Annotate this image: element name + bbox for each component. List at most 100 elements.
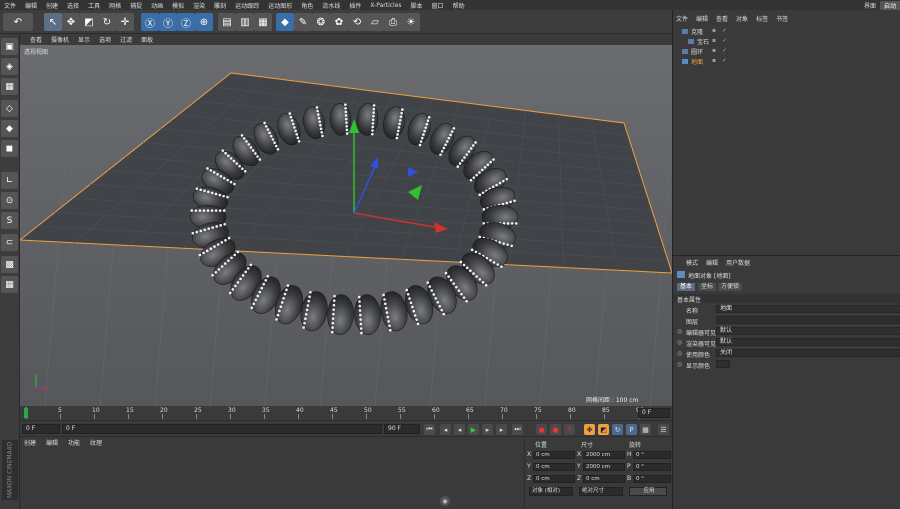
- position-field[interactable]: 0 cm: [533, 475, 575, 483]
- menu-item[interactable]: 渲染: [193, 1, 205, 10]
- menu-item[interactable]: 雕刻: [214, 1, 226, 10]
- rotation-field[interactable]: 0 °: [633, 475, 671, 483]
- next-key-icon[interactable]: ▸: [496, 424, 507, 435]
- menu-item[interactable]: 插件: [349, 1, 361, 10]
- previous-key-icon[interactable]: ◂: [440, 424, 451, 435]
- move-icon[interactable]: ✥: [62, 13, 80, 31]
- material-menu-item[interactable]: 编辑: [46, 438, 58, 447]
- size-field[interactable]: 2000 cm: [583, 463, 625, 471]
- object-list-item[interactable]: 宝石: [688, 37, 709, 46]
- enabled-check-icon[interactable]: ✓: [722, 37, 727, 44]
- object-list-item[interactable]: 地面: [682, 57, 703, 66]
- object-menu-item[interactable]: 文件: [676, 14, 688, 23]
- viewport-menu-item[interactable]: 显示: [78, 35, 90, 44]
- size-mode-select[interactable]: 绝对尺寸: [579, 487, 623, 496]
- material-menu-item[interactable]: 纹理: [90, 438, 102, 447]
- rotate-icon[interactable]: ↻: [98, 13, 116, 31]
- menu-item[interactable]: 脚本: [411, 1, 423, 10]
- current-frame-field[interactable]: 0 F: [22, 424, 60, 434]
- menu-item[interactable]: 帮助: [453, 1, 465, 10]
- render-view-icon[interactable]: ▤: [218, 13, 236, 31]
- enabled-check-icon[interactable]: ✓: [722, 27, 727, 34]
- object-list-item[interactable]: 克隆: [682, 27, 703, 36]
- menu-item[interactable]: 文件: [4, 1, 16, 10]
- viewport-menu-item[interactable]: 过滤: [120, 35, 132, 44]
- attribute-value[interactable]: 默认: [716, 338, 900, 346]
- material-menu-item[interactable]: 创建: [24, 438, 36, 447]
- subdivision-icon[interactable]: ❂: [312, 13, 330, 31]
- menu-item[interactable]: 捕捉: [130, 1, 142, 10]
- keyframe-selection-icon[interactable]: ?: [564, 424, 575, 435]
- size-field[interactable]: 2000 cm: [583, 451, 625, 459]
- attribute-value[interactable]: [716, 360, 730, 368]
- cube-icon[interactable]: ◆: [276, 13, 294, 31]
- visibility-toggle-icon[interactable]: ▪: [712, 37, 716, 44]
- layout-dropdown[interactable]: 启动: [879, 0, 900, 10]
- visibility-toggle-icon[interactable]: ▪: [712, 57, 716, 64]
- menu-item[interactable]: 动画: [151, 1, 163, 10]
- menu-item[interactable]: 流水线: [322, 1, 340, 10]
- z-axis-lock-icon[interactable]: Ⓩ: [177, 13, 195, 31]
- y-axis-lock-icon[interactable]: Ⓨ: [159, 13, 177, 31]
- object-list-item[interactable]: 圆环: [682, 47, 703, 56]
- attribute-menu-item[interactable]: 模式: [686, 258, 698, 267]
- edges-mode-icon[interactable]: ◆: [1, 120, 18, 137]
- enabled-check-icon[interactable]: ✓: [722, 57, 727, 64]
- step-back-icon[interactable]: ◂: [454, 424, 465, 435]
- cloner-icon[interactable]: ✿: [330, 13, 348, 31]
- scale-icon[interactable]: ◩: [80, 13, 98, 31]
- object-menu-item[interactable]: 查看: [716, 14, 728, 23]
- grid-icon[interactable]: ▦: [1, 276, 18, 293]
- key-scale-icon[interactable]: ◩: [598, 424, 609, 435]
- live-select-icon[interactable]: ↖: [44, 13, 62, 31]
- camera-icon[interactable]: ⎙: [384, 13, 402, 31]
- apply-button[interactable]: 应用: [629, 487, 667, 496]
- enabled-check-icon[interactable]: ✓: [722, 47, 727, 54]
- key-parameter-icon[interactable]: P: [626, 424, 637, 435]
- render-settings-icon[interactable]: ▦: [254, 13, 272, 31]
- axis-mode-icon[interactable]: ∟: [1, 172, 18, 189]
- max-frame-field[interactable]: 90 F: [384, 424, 420, 434]
- rotation-field[interactable]: 0 °: [633, 451, 671, 459]
- polygons-mode-icon[interactable]: ◼: [1, 140, 18, 157]
- attribute-menu-item[interactable]: 用户数据: [726, 258, 750, 267]
- position-field[interactable]: 0 cm: [533, 463, 575, 471]
- menu-item[interactable]: 角色: [301, 1, 313, 10]
- attribute-value[interactable]: 默认: [716, 327, 900, 335]
- object-menu-item[interactable]: 标签: [756, 14, 768, 23]
- play-icon[interactable]: ▶: [468, 424, 479, 435]
- key-rotation-icon[interactable]: ↻: [612, 424, 623, 435]
- attribute-value[interactable]: 关闭: [716, 349, 900, 357]
- coordinate-mode-select[interactable]: 对象 (相对): [529, 487, 573, 496]
- render-picture-viewer-icon[interactable]: ▥: [236, 13, 254, 31]
- attribute-value[interactable]: [716, 316, 900, 324]
- position-field[interactable]: 0 cm: [533, 451, 575, 459]
- points-mode-icon[interactable]: ◇: [1, 100, 18, 117]
- tab-basic[interactable]: 基本: [677, 283, 696, 291]
- deformer-icon[interactable]: ⟲: [348, 13, 366, 31]
- floor-icon[interactable]: ▱: [366, 13, 384, 31]
- spline-pen-icon[interactable]: ✎: [294, 13, 312, 31]
- tab-lock[interactable]: 方便锁: [718, 283, 743, 291]
- attribute-menu-item[interactable]: 编辑: [706, 258, 718, 267]
- model-mode-icon[interactable]: ▣: [1, 38, 18, 55]
- tweak-mode-icon[interactable]: ⊙: [1, 192, 18, 209]
- magnet-icon[interactable]: ⊂: [1, 234, 18, 251]
- timeline-window-icon[interactable]: ☰: [658, 424, 669, 435]
- attribute-radio-icon[interactable]: ◎: [677, 350, 682, 357]
- transform-icon[interactable]: ✛: [116, 13, 134, 31]
- menu-item[interactable]: 运动图形: [268, 1, 292, 10]
- object-menu-item[interactable]: 编辑: [696, 14, 708, 23]
- key-pla-icon[interactable]: ▦: [640, 424, 651, 435]
- perspective-viewport[interactable]: [20, 45, 672, 406]
- key-position-icon[interactable]: ✥: [584, 424, 595, 435]
- menu-item[interactable]: 创建: [46, 1, 58, 10]
- menu-item[interactable]: 工具: [88, 1, 100, 10]
- rotation-field[interactable]: 0 °: [633, 463, 671, 471]
- undo-icon[interactable]: ↶: [3, 13, 33, 31]
- x-axis-lock-icon[interactable]: Ⓧ: [141, 13, 159, 31]
- go-to-end-icon[interactable]: ⏭: [512, 424, 523, 435]
- menu-item[interactable]: 模拟: [172, 1, 184, 10]
- light-icon[interactable]: ☀: [402, 13, 420, 31]
- menu-item[interactable]: 运动跟踪: [235, 1, 259, 10]
